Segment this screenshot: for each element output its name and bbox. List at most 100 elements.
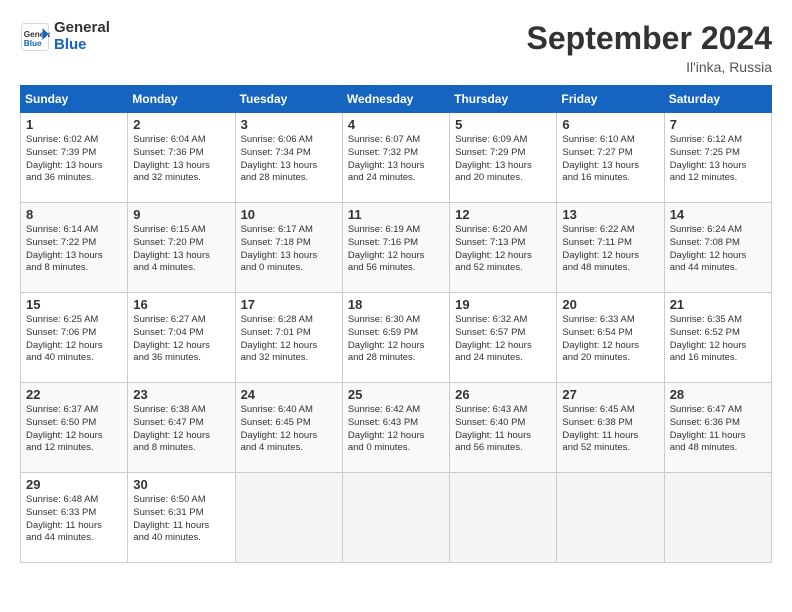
day-number: 19 — [455, 297, 551, 312]
cell-details: Sunrise: 6:04 AM Sunset: 7:36 PM Dayligh… — [133, 134, 229, 185]
day-number: 6 — [562, 117, 658, 132]
calendar-cell: 17 Sunrise: 6:28 AM Sunset: 7:01 PM Dayli… — [235, 293, 342, 383]
day-number: 16 — [133, 297, 229, 312]
calendar-cell: 27 Sunrise: 6:45 AM Sunset: 6:38 PM Dayli… — [557, 383, 664, 473]
col-monday: Monday — [128, 86, 235, 113]
cell-details: Sunrise: 6:42 AM Sunset: 6:43 PM Dayligh… — [348, 404, 444, 455]
day-number: 24 — [241, 387, 337, 402]
day-number: 23 — [133, 387, 229, 402]
cell-details: Sunrise: 6:30 AM Sunset: 6:59 PM Dayligh… — [348, 314, 444, 365]
logo: General Blue General Blue — [20, 20, 110, 53]
calendar-cell: 30Sunrise: 6:50 AM Sunset: 6:31 PM Dayli… — [128, 473, 235, 563]
calendar-cell: 8 Sunrise: 6:14 AM Sunset: 7:22 PM Daylig… — [21, 203, 128, 293]
cell-details: Sunrise: 6:28 AM Sunset: 7:01 PM Dayligh… — [241, 314, 337, 365]
calendar-cell: 9 Sunrise: 6:15 AM Sunset: 7:20 PM Daylig… — [128, 203, 235, 293]
cell-details: Sunrise: 6:15 AM Sunset: 7:20 PM Dayligh… — [133, 224, 229, 275]
calendar-cell: 28Sunrise: 6:47 AM Sunset: 6:36 PM Dayli… — [664, 383, 771, 473]
cell-details: Sunrise: 6:35 AM Sunset: 6:52 PM Dayligh… — [670, 314, 766, 365]
page-header: General Blue General Blue September 2024… — [20, 20, 772, 75]
day-number: 13 — [562, 207, 658, 222]
calendar-cell: 1 Sunrise: 6:02 AM Sunset: 7:39 PM Daylig… — [21, 113, 128, 203]
col-thursday: Thursday — [450, 86, 557, 113]
day-number: 10 — [241, 207, 337, 222]
cell-details: Sunrise: 6:02 AM Sunset: 7:39 PM Dayligh… — [26, 134, 122, 185]
day-number: 4 — [348, 117, 444, 132]
cell-details: Sunrise: 6:24 AM Sunset: 7:08 PM Dayligh… — [670, 224, 766, 275]
cell-details: Sunrise: 6:12 AM Sunset: 7:25 PM Dayligh… — [670, 134, 766, 185]
cell-details: Sunrise: 6:07 AM Sunset: 7:32 PM Dayligh… — [348, 134, 444, 185]
cell-details: Sunrise: 6:38 AM Sunset: 6:47 PM Dayligh… — [133, 404, 229, 455]
week-row: 1 Sunrise: 6:02 AM Sunset: 7:39 PM Daylig… — [21, 113, 772, 203]
calendar-cell: 2Sunrise: 6:04 AM Sunset: 7:36 PM Daylig… — [128, 113, 235, 203]
calendar-cell: 23 Sunrise: 6:38 AM Sunset: 6:47 PM Dayli… — [128, 383, 235, 473]
week-row: 15 Sunrise: 6:25 AM Sunset: 7:06 PM Dayli… — [21, 293, 772, 383]
day-number: 12 — [455, 207, 551, 222]
day-number: 17 — [241, 297, 337, 312]
calendar-cell: 5 Sunrise: 6:09 AM Sunset: 7:29 PM Daylig… — [450, 113, 557, 203]
location: Il'inka, Russia — [527, 59, 772, 75]
title-area: September 2024 Il'inka, Russia — [527, 20, 772, 75]
cell-details: Sunrise: 6:06 AM Sunset: 7:34 PM Dayligh… — [241, 134, 337, 185]
calendar-cell: 14 Sunrise: 6:24 AM Sunset: 7:08 PM Dayli… — [664, 203, 771, 293]
cell-details: Sunrise: 6:25 AM Sunset: 7:06 PM Dayligh… — [26, 314, 122, 365]
svg-text:Blue: Blue — [24, 39, 42, 48]
calendar-cell: 4 Sunrise: 6:07 AM Sunset: 7:32 PM Daylig… — [342, 113, 449, 203]
day-number: 30 — [133, 477, 229, 492]
calendar-cell: 26Sunrise: 6:43 AM Sunset: 6:40 PM Dayli… — [450, 383, 557, 473]
cell-details: Sunrise: 6:33 AM Sunset: 6:54 PM Dayligh… — [562, 314, 658, 365]
day-number: 20 — [562, 297, 658, 312]
calendar-cell: 12 Sunrise: 6:20 AM Sunset: 7:13 PM Dayli… — [450, 203, 557, 293]
calendar-cell — [235, 473, 342, 563]
day-number: 3 — [241, 117, 337, 132]
day-number: 26 — [455, 387, 551, 402]
calendar-cell: 3 Sunrise: 6:06 AM Sunset: 7:34 PM Daylig… — [235, 113, 342, 203]
day-number: 27 — [562, 387, 658, 402]
calendar-cell: 13 Sunrise: 6:22 AM Sunset: 7:11 PM Dayli… — [557, 203, 664, 293]
calendar-cell: 24 Sunrise: 6:40 AM Sunset: 6:45 PM Dayli… — [235, 383, 342, 473]
day-number: 28 — [670, 387, 766, 402]
day-number: 9 — [133, 207, 229, 222]
cell-details: Sunrise: 6:32 AM Sunset: 6:57 PM Dayligh… — [455, 314, 551, 365]
calendar-cell — [557, 473, 664, 563]
calendar-table: Sunday Monday Tuesday Wednesday Thursday… — [20, 85, 772, 563]
cell-details: Sunrise: 6:37 AM Sunset: 6:50 PM Dayligh… — [26, 404, 122, 455]
calendar-cell: 21 Sunrise: 6:35 AM Sunset: 6:52 PM Dayli… — [664, 293, 771, 383]
cell-details: Sunrise: 6:09 AM Sunset: 7:29 PM Dayligh… — [455, 134, 551, 185]
calendar-cell: 15 Sunrise: 6:25 AM Sunset: 7:06 PM Dayli… — [21, 293, 128, 383]
logo-text-blue: Blue — [54, 36, 87, 53]
calendar-cell — [450, 473, 557, 563]
col-friday: Friday — [557, 86, 664, 113]
cell-details: Sunrise: 6:40 AM Sunset: 6:45 PM Dayligh… — [241, 404, 337, 455]
cell-details: Sunrise: 6:17 AM Sunset: 7:18 PM Dayligh… — [241, 224, 337, 275]
day-number: 1 — [26, 117, 122, 132]
calendar-cell: 7 Sunrise: 6:12 AM Sunset: 7:25 PM Daylig… — [664, 113, 771, 203]
day-number: 7 — [670, 117, 766, 132]
calendar-cell: 11 Sunrise: 6:19 AM Sunset: 7:16 PM Dayli… — [342, 203, 449, 293]
calendar-cell: 18 Sunrise: 6:30 AM Sunset: 6:59 PM Dayli… — [342, 293, 449, 383]
day-number: 14 — [670, 207, 766, 222]
calendar-cell: 25Sunrise: 6:42 AM Sunset: 6:43 PM Dayli… — [342, 383, 449, 473]
col-saturday: Saturday — [664, 86, 771, 113]
calendar-cell: 10 Sunrise: 6:17 AM Sunset: 7:18 PM Dayli… — [235, 203, 342, 293]
day-number: 18 — [348, 297, 444, 312]
cell-details: Sunrise: 6:27 AM Sunset: 7:04 PM Dayligh… — [133, 314, 229, 365]
cell-details: Sunrise: 6:45 AM Sunset: 6:38 PM Dayligh… — [562, 404, 658, 455]
week-row: 8 Sunrise: 6:14 AM Sunset: 7:22 PM Daylig… — [21, 203, 772, 293]
cell-details: Sunrise: 6:20 AM Sunset: 7:13 PM Dayligh… — [455, 224, 551, 275]
logo-text-general: General — [54, 19, 110, 36]
calendar-cell: 22Sunrise: 6:37 AM Sunset: 6:50 PM Dayli… — [21, 383, 128, 473]
cell-details: Sunrise: 6:48 AM Sunset: 6:33 PM Dayligh… — [26, 494, 122, 545]
cell-details: Sunrise: 6:22 AM Sunset: 7:11 PM Dayligh… — [562, 224, 658, 275]
day-number: 15 — [26, 297, 122, 312]
day-number: 8 — [26, 207, 122, 222]
cell-details: Sunrise: 6:10 AM Sunset: 7:27 PM Dayligh… — [562, 134, 658, 185]
day-number: 21 — [670, 297, 766, 312]
calendar-cell — [342, 473, 449, 563]
cell-details: Sunrise: 6:14 AM Sunset: 7:22 PM Dayligh… — [26, 224, 122, 275]
calendar-cell: 16 Sunrise: 6:27 AM Sunset: 7:04 PM Dayli… — [128, 293, 235, 383]
cell-details: Sunrise: 6:19 AM Sunset: 7:16 PM Dayligh… — [348, 224, 444, 275]
col-tuesday: Tuesday — [235, 86, 342, 113]
day-number: 11 — [348, 207, 444, 222]
logo-icon: General Blue — [20, 22, 50, 52]
day-number: 5 — [455, 117, 551, 132]
